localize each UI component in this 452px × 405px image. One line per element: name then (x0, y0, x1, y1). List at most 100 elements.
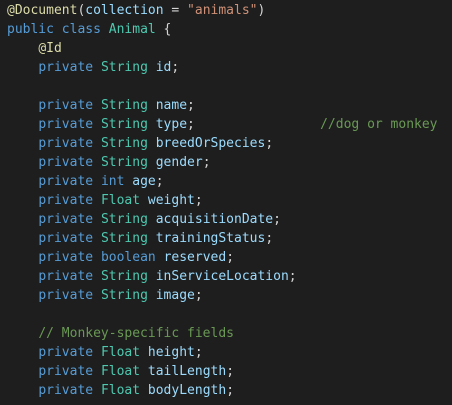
code-line[interactable]: private String type; //dog or monkey (0, 115, 452, 134)
code-token: height (147, 345, 195, 360)
code-token: breedOrSpecies (155, 136, 266, 151)
code-line[interactable]: private String trainingStatus; (0, 229, 452, 248)
code-line[interactable]: private Float tailLength; (0, 362, 452, 381)
code-token: String (100, 117, 148, 132)
code-token: = (163, 3, 188, 18)
code-line[interactable]: private String gender; (0, 153, 452, 172)
code-token: class (61, 22, 101, 37)
code-line[interactable]: private boolean reserved; (0, 248, 452, 267)
code-token: ; (226, 364, 235, 379)
code-token: String (100, 269, 148, 284)
code-token: private (38, 98, 94, 113)
code-token: reserved (163, 250, 227, 265)
code-token: private (38, 383, 94, 398)
code-line[interactable] (0, 77, 452, 96)
code-line[interactable]: private String inServiceLocation; (0, 267, 452, 286)
code-token: @Id (38, 41, 62, 56)
code-token: String (100, 212, 148, 227)
code-token: collection (85, 3, 164, 18)
code-token: boolean (100, 250, 156, 265)
code-line[interactable]: private String acquisitionDate; (0, 210, 452, 229)
code-line[interactable]: private String name; (0, 96, 452, 115)
code-token: bodyLength (147, 383, 227, 398)
code-token: id (155, 60, 172, 75)
code-line[interactable]: @Id (0, 39, 452, 58)
code-line[interactable] (0, 305, 452, 324)
code-token: tailLength (147, 364, 227, 379)
code-token: String (100, 98, 148, 113)
code-line[interactable]: private String image; (0, 286, 452, 305)
code-token: private (38, 117, 94, 132)
code-token: String (100, 60, 148, 75)
code-token: private (38, 269, 94, 284)
code-token: ; (265, 136, 274, 151)
code-line[interactable]: public class Animal { (0, 20, 452, 39)
code-token: ; (226, 383, 235, 398)
code-token: ; (265, 231, 274, 246)
code-token: age (132, 174, 156, 189)
code-token: private (38, 155, 94, 170)
code-line[interactable]: @Document(collection = "animals") (0, 1, 452, 20)
code-token: Float (100, 345, 141, 360)
code-token: String (100, 155, 148, 170)
code-token: private (38, 250, 94, 265)
code-token: gender (155, 155, 203, 170)
code-line[interactable]: private Float weight; (0, 191, 452, 210)
code-token: Animal (108, 22, 156, 37)
code-token: ; (171, 60, 180, 75)
code-token: inServiceLocation (155, 269, 289, 284)
code-token: ; (155, 174, 164, 189)
code-token: private (38, 231, 94, 246)
code-line[interactable]: private int age; (0, 172, 452, 191)
code-line[interactable]: private Float bodyLength; (0, 381, 452, 400)
code-token: //dog or monkey (320, 117, 438, 132)
code-token: weight (147, 193, 195, 208)
code-token: public (7, 22, 54, 37)
code-line[interactable]: private String id; (0, 58, 452, 77)
code-token: ; (194, 193, 203, 208)
code-line[interactable]: private String breedOrSpecies; (0, 134, 452, 153)
code-line[interactable]: private Float height; (0, 343, 452, 362)
code-line[interactable]: // Monkey-specific fields (0, 324, 452, 343)
code-token: acquisitionDate (155, 212, 274, 227)
code-token: Float (100, 383, 141, 398)
code-token: private (38, 174, 94, 189)
code-token: private (38, 288, 94, 303)
code-token: ; (187, 117, 321, 132)
code-token: ; (187, 98, 195, 113)
code-token: // Monkey-specific fields (38, 326, 234, 341)
code-editor[interactable]: @Document(collection = "animals") public … (0, 0, 452, 405)
code-token: name (155, 98, 188, 113)
